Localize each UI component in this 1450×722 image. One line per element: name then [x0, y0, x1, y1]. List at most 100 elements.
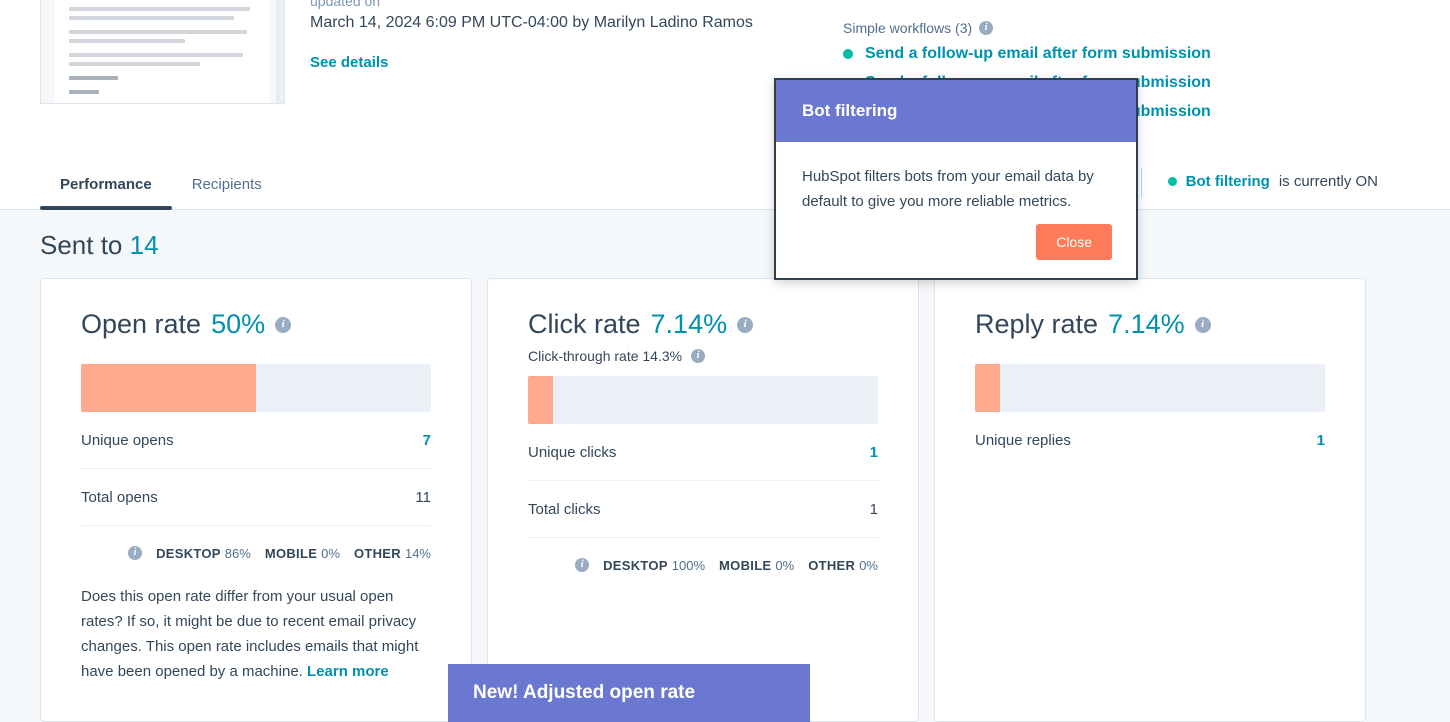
device-value: 100% [671, 557, 706, 573]
stat-label: Total clicks [528, 500, 601, 518]
email-preview-content [55, 0, 270, 94]
device-name: MOBILE [719, 557, 772, 573]
preview-paragraph [69, 53, 256, 66]
status-dot-icon [843, 49, 853, 59]
bot-filtering-label[interactable]: Bot filtering [1186, 173, 1270, 190]
device-mobile: MOBILE 0% [265, 546, 340, 561]
info-icon[interactable]: i [1194, 316, 1211, 333]
card-title: Click rate 7.14% i [528, 309, 878, 340]
device-other: OTHER 0% [808, 558, 878, 573]
open-rate-note: Does this open rate differ from your usu… [81, 584, 431, 684]
sent-to-label: Sent to [40, 230, 123, 260]
click-rate-bar-track [528, 376, 878, 424]
banner-text: New! Adjusted open rate [473, 682, 696, 703]
stat-row-total-opens: Total opens 11 [81, 469, 431, 526]
card-click-rate: Click rate 7.14% i Click-through rate 14… [487, 278, 919, 722]
app-root: updated on March 14, 2024 6:09 PM UTC-04… [0, 0, 1450, 722]
info-icon[interactable]: i [691, 349, 706, 363]
tab-performance-label: Performance [60, 175, 152, 193]
stat-row-total-clicks: Total clicks 1 [528, 481, 878, 538]
device-value: 0% [321, 545, 340, 561]
device-value: 0% [775, 557, 795, 573]
preview-paragraph [69, 7, 256, 20]
email-preview-thumbnail[interactable] [40, 0, 285, 104]
workflow-item[interactable]: Send a follow-up email after form submis… [843, 45, 1211, 63]
device-name: OTHER [353, 545, 401, 561]
open-rate-bar-fill [81, 364, 256, 412]
tab-list: Performance Recipients [40, 158, 282, 210]
device-value: 14% [404, 545, 431, 561]
open-rate-bar-track [81, 364, 431, 412]
email-meta: updated on March 14, 2024 6:09 PM UTC-04… [310, 0, 753, 72]
info-icon[interactable]: i [275, 316, 292, 333]
stat-value: 1 [869, 500, 878, 518]
card-open-rate: Open rate 50% i Unique opens 7 Total ope… [40, 278, 472, 722]
device-other: OTHER 14% [354, 546, 431, 561]
preview-paragraph [69, 90, 256, 94]
info-icon[interactable]: i [737, 316, 754, 333]
stat-label: Total opens [81, 488, 158, 506]
stat-label: Unique opens [81, 431, 174, 449]
metric-cards: Open rate 50% i Unique opens 7 Total ope… [40, 278, 1366, 722]
tab-performance[interactable]: Performance [40, 158, 172, 210]
device-breakdown: i DESKTOP 100% MOBILE 0% OTHER 0% [528, 538, 878, 592]
updated-on-value: March 14, 2024 6:09 PM UTC-04:00 by Mari… [310, 14, 753, 31]
stat-value: 11 [415, 488, 431, 506]
click-through-rate-subtitle: Click-through rate 14.3% i [528, 348, 878, 364]
reply-rate-bar-fill [975, 364, 1000, 412]
device-breakdown: i DESKTOP 86% MOBILE 0% OTHER 14% [81, 526, 431, 580]
stat-value: 1 [1316, 432, 1325, 449]
stat-label: Unique clicks [528, 443, 617, 461]
tab-recipients-label: Recipients [191, 175, 262, 193]
modal-body: HubSpot filters bots from your email dat… [802, 168, 1094, 210]
stat-value: 7 [422, 431, 431, 449]
email-preview-page [55, 0, 270, 103]
device-name: OTHER [808, 557, 856, 573]
sent-to-heading: Sent to 14 [40, 230, 159, 261]
divider [1141, 168, 1142, 198]
card-title-label: Click rate [528, 309, 641, 339]
modal-footer: Close [1036, 224, 1112, 260]
card-percent-value: 7.14% [650, 309, 728, 339]
performance-body: Sent to 14 Open rate 50% i Unique opens … [0, 210, 1450, 722]
info-icon[interactable]: i [128, 546, 143, 560]
device-name: DESKTOP [156, 545, 221, 561]
stat-row-unique-opens: Unique opens 7 [81, 412, 431, 469]
reply-rate-bar-track [975, 364, 1325, 412]
email-header-section: updated on March 14, 2024 6:09 PM UTC-04… [0, 0, 1450, 158]
bot-filtering-status: Bot filtering is currently ON [1167, 173, 1378, 190]
stat-label: Unique replies [975, 432, 1071, 449]
device-desktop: DESKTOP 86% [156, 546, 251, 561]
device-value: 86% [224, 545, 251, 561]
adjusted-open-rate-banner[interactable]: New! Adjusted open rate [448, 664, 810, 722]
close-button[interactable]: Close [1036, 224, 1112, 260]
card-title: Reply rate 7.14% i [975, 309, 1325, 340]
preview-paragraph [69, 30, 256, 43]
bot-filtering-state: is currently ON [1278, 173, 1378, 190]
card-title: Open rate 50% i [81, 309, 431, 340]
modal-title: Bot filtering [802, 101, 898, 120]
tab-recipients[interactable]: Recipients [172, 158, 282, 210]
card-title-label: Reply rate [975, 309, 1099, 339]
workflow-link[interactable]: Send a follow-up email after form submis… [865, 45, 1211, 63]
tab-bar: Performance Recipients Bot filtering is … [0, 158, 1450, 210]
info-icon[interactable]: i [575, 558, 590, 572]
see-details-link[interactable]: See details [310, 54, 388, 71]
card-reply-rate: Reply rate 7.14% i Unique replies 1 [934, 278, 1366, 722]
modal-header: Bot filtering [776, 80, 1136, 142]
card-percent-value: 50% [211, 309, 266, 339]
device-value: 0% [859, 557, 878, 573]
device-name: DESKTOP [603, 557, 668, 573]
learn-more-link[interactable]: Learn more [307, 663, 389, 680]
bot-filtering-modal: Bot filtering HubSpot filters bots from … [774, 78, 1138, 280]
click-rate-bar-fill [528, 376, 553, 424]
device-name: MOBILE [264, 545, 318, 561]
card-title-label: Open rate [81, 309, 202, 339]
stat-value: 1 [869, 443, 878, 461]
status-dot-icon [1167, 177, 1177, 186]
card-percent-value: 7.14% [1108, 309, 1185, 339]
device-desktop: DESKTOP 100% [603, 558, 705, 573]
info-icon[interactable]: i [979, 21, 994, 35]
workflows-heading: Simple workflows (3) i [843, 18, 1211, 38]
subtitle-text: Click-through rate 14.3% [528, 348, 683, 364]
